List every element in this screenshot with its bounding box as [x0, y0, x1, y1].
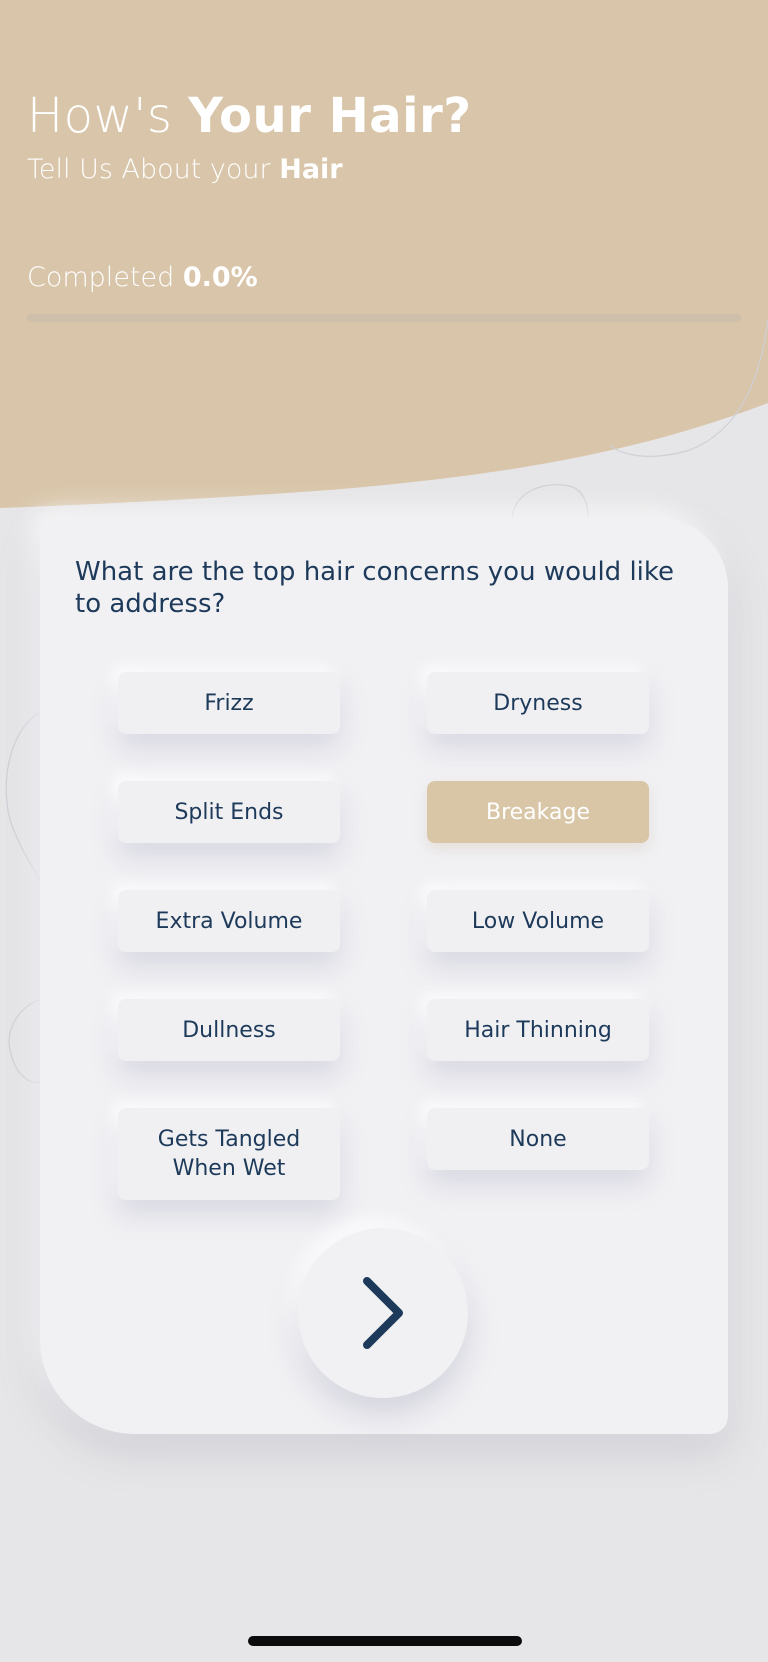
- page-subtitle: Tell Us About your Hair: [27, 154, 343, 185]
- chevron-right-icon: [363, 1277, 403, 1349]
- option-gets-tangled-when-wet[interactable]: Gets Tangled When Wet: [118, 1108, 340, 1200]
- option-extra-volume[interactable]: Extra Volume: [118, 890, 340, 952]
- progress-bar: [27, 314, 741, 322]
- progress-value: 0.0%: [182, 262, 258, 293]
- screen: How's Your Hair? Tell Us About your Hair…: [0, 0, 768, 1662]
- home-indicator[interactable]: [248, 1636, 522, 1646]
- option-hair-thinning[interactable]: Hair Thinning: [427, 999, 649, 1061]
- question-text: What are the top hair concerns you would…: [75, 557, 675, 619]
- option-breakage[interactable]: Breakage: [427, 781, 649, 843]
- option-low-volume[interactable]: Low Volume: [427, 890, 649, 952]
- option-none[interactable]: None: [427, 1108, 649, 1170]
- page-title: How's Your Hair?: [27, 88, 472, 144]
- next-button[interactable]: [298, 1228, 468, 1398]
- option-dullness[interactable]: Dullness: [118, 999, 340, 1061]
- question-card: What are the top hair concerns you would…: [40, 518, 728, 1434]
- progress-label: Completed 0.0%: [27, 262, 258, 293]
- option-dryness[interactable]: Dryness: [427, 672, 649, 734]
- option-frizz[interactable]: Frizz: [118, 672, 340, 734]
- option-split-ends[interactable]: Split Ends: [118, 781, 340, 843]
